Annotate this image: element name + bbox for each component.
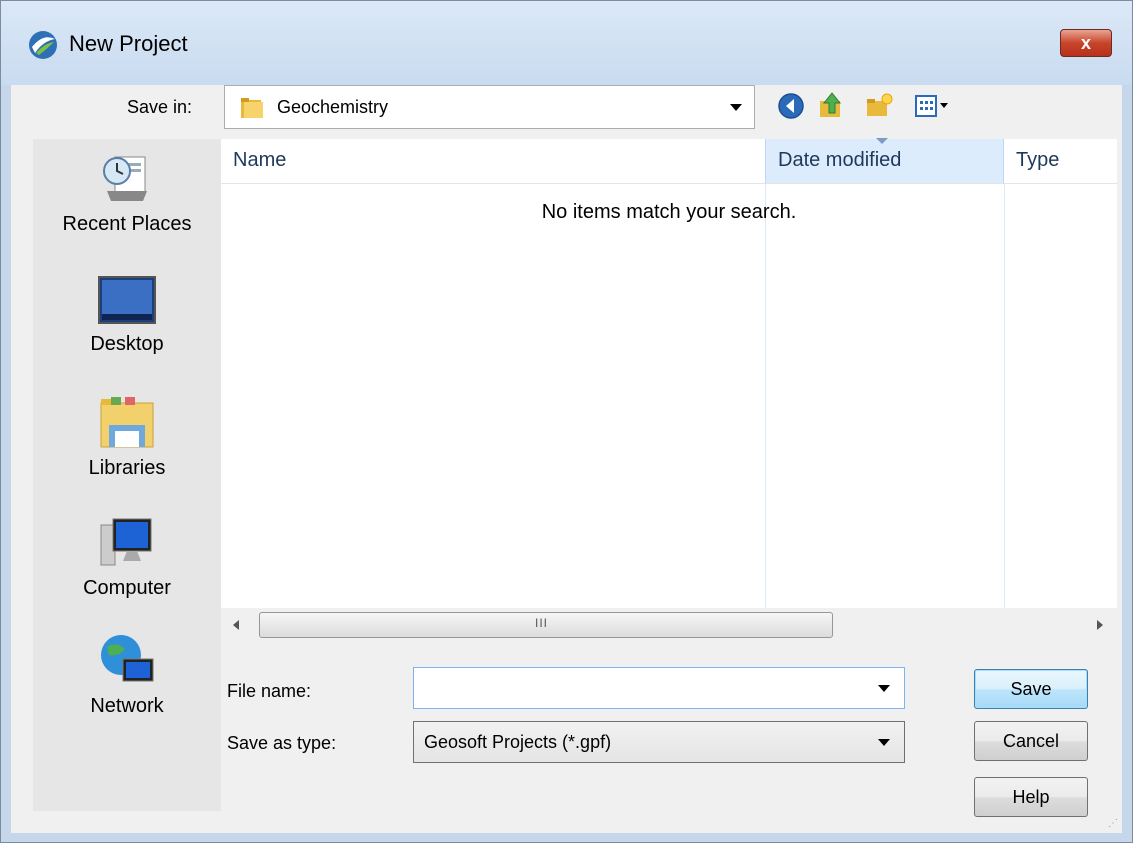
file-name-field[interactable] [413,667,905,709]
column-header-type[interactable]: Type [1004,139,1117,184]
libraries-icon [100,397,154,448]
resize-grip-icon[interactable]: ⋰ [1108,818,1118,829]
folder-icon [241,98,263,118]
save-in-dropdown[interactable]: Geochemistry [224,85,755,129]
column-divider [765,184,766,608]
save-as-type-label: Save as type: [227,733,337,753]
empty-message: No items match your search. [541,201,797,223]
recent-places-icon [103,156,147,201]
up-folder-icon[interactable] [816,91,846,121]
place-label: Recent Places [62,213,192,235]
computer-icon [100,518,152,566]
scroll-right-icon[interactable] [1097,620,1103,630]
title-bar: New Project x [1,1,1132,85]
close-button[interactable]: x [1060,29,1112,57]
place-computer[interactable]: Computer [33,515,221,600]
column-header-date-modified[interactable]: Date modified [765,138,1004,184]
place-desktop[interactable]: Desktop [33,275,221,356]
column-header-name[interactable]: Name [221,139,765,184]
chevron-down-icon[interactable] [878,685,890,692]
horizontal-scrollbar[interactable]: III [221,608,1117,642]
app-logo-icon [29,31,57,59]
window-title: New Project [69,31,188,56]
cancel-button[interactable]: Cancel [974,721,1088,761]
place-recent-places[interactable]: Recent Places [33,151,221,236]
back-icon[interactable] [776,91,806,121]
file-list[interactable]: Name Date modified Type No items match y… [221,138,1117,608]
chevron-down-icon [878,739,890,746]
scroll-thumb[interactable]: III [259,612,833,638]
place-label: Desktop [90,333,164,355]
place-network[interactable]: Network [33,633,221,718]
place-label: Computer [83,577,171,599]
column-divider [1004,184,1005,608]
help-button[interactable]: Help [974,777,1088,817]
scroll-grip: III [535,616,549,630]
dialog-body: Save in: Geochemistry Recent Places Desk… [11,85,1122,833]
save-button[interactable]: Save [974,669,1088,709]
place-libraries[interactable]: Libraries [33,395,221,480]
view-menu-icon[interactable] [913,91,953,121]
places-bar: Recent Places Desktop Libraries Computer… [33,139,221,811]
new-folder-icon[interactable] [864,91,894,121]
desktop-icon [98,276,156,324]
new-project-dialog: New Project x Save in: Geochemistry Rece… [0,0,1133,843]
save-as-type-value: Geosoft Projects (*.gpf) [424,732,612,752]
save-in-label: Save in: [127,97,193,117]
place-label: Network [90,695,164,717]
sort-indicator-icon [876,138,888,144]
file-name-label: File name: [227,681,312,701]
save-in-value: Geochemistry [277,97,389,117]
chevron-down-icon [730,104,742,111]
scroll-left-icon[interactable] [233,620,239,630]
network-icon [101,635,154,682]
save-as-type-dropdown[interactable]: Geosoft Projects (*.gpf) [413,721,905,763]
place-label: Libraries [88,457,166,479]
